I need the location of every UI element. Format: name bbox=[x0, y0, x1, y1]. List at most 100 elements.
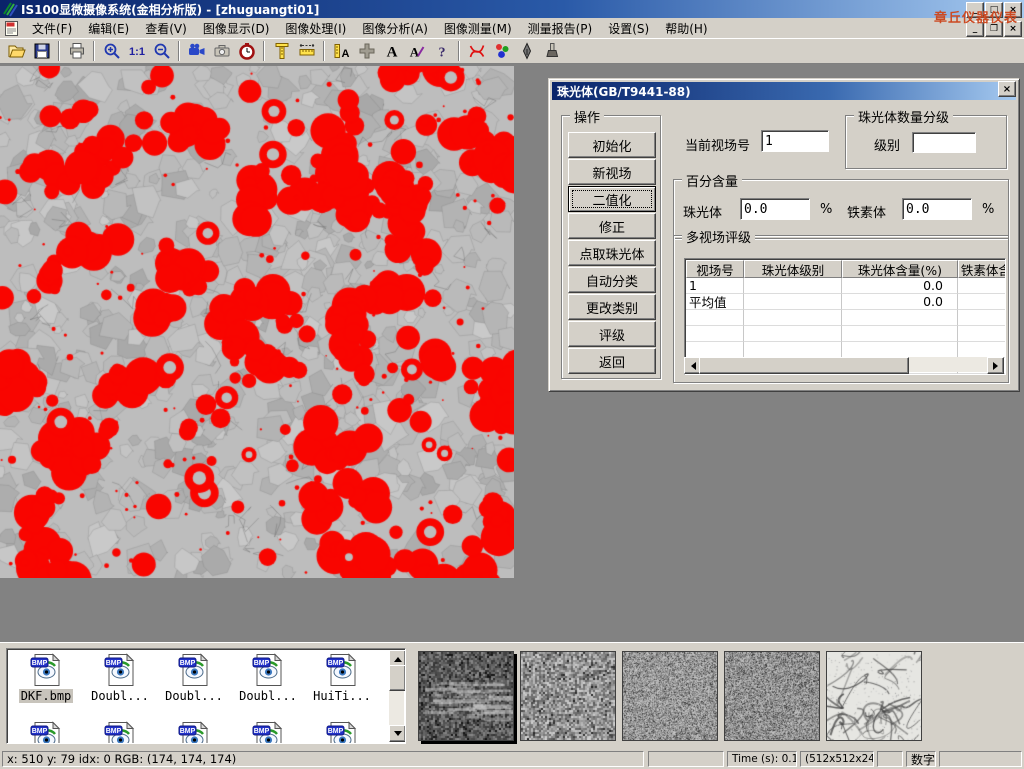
op-button-1[interactable]: 初始化 bbox=[568, 132, 656, 158]
file-item-1[interactable]: BMPDKF.bmp bbox=[9, 653, 83, 703]
hscroll-right-button[interactable] bbox=[987, 357, 1004, 374]
file-item-5[interactable]: BMPHuiTi... bbox=[305, 653, 379, 703]
zoom-in-button[interactable] bbox=[99, 40, 124, 62]
file-item-row2-1[interactable]: BMP bbox=[9, 721, 83, 744]
micrograph-image[interactable] bbox=[0, 66, 514, 578]
bmp-file-icon: BMP bbox=[103, 721, 137, 744]
rating-cell: 0.0 bbox=[842, 278, 958, 294]
op-button-8[interactable]: 评级 bbox=[568, 321, 656, 347]
svg-text:BMP: BMP bbox=[180, 728, 196, 735]
op-button-9[interactable]: 返回 bbox=[568, 348, 656, 374]
ferrite-percent-label: 铁素体 bbox=[847, 202, 886, 221]
op-button-3[interactable]: 二值化 bbox=[568, 186, 656, 212]
thumbnail-4[interactable] bbox=[724, 651, 820, 741]
thumbnail-5[interactable] bbox=[826, 651, 922, 741]
rating-table-hscrollbar[interactable] bbox=[684, 357, 1004, 372]
file-item-row2-5[interactable]: BMP bbox=[305, 721, 379, 744]
merge-button[interactable] bbox=[354, 40, 379, 62]
rating-col-4[interactable]: 铁素体含量(%) bbox=[958, 260, 1006, 278]
rating-row-1[interactable]: 10.0 bbox=[686, 278, 1006, 294]
op-button-5[interactable]: 点取珠光体 bbox=[568, 240, 656, 266]
actual-size-button[interactable]: 1:1 bbox=[124, 40, 149, 62]
menu-item-7[interactable]: 图像测量(M) bbox=[436, 18, 520, 39]
file-item-3[interactable]: BMPDoubl... bbox=[157, 653, 231, 703]
menu-item-8[interactable]: 测量报告(P) bbox=[520, 18, 601, 39]
caliper-button[interactable] bbox=[269, 40, 294, 62]
print-button[interactable] bbox=[64, 40, 89, 62]
bmp-file-icon: BMP bbox=[251, 653, 285, 687]
svg-text:A: A bbox=[386, 45, 397, 61]
annotate-button[interactable]: A bbox=[404, 40, 429, 62]
menu-item-4[interactable]: 图像显示(D) bbox=[195, 18, 278, 39]
save-button[interactable] bbox=[29, 40, 54, 62]
file-item-row2-2[interactable]: BMP bbox=[83, 721, 157, 744]
zoom-out-button[interactable] bbox=[149, 40, 174, 62]
pen-button[interactable] bbox=[514, 40, 539, 62]
vscroll-down-button[interactable] bbox=[389, 725, 406, 742]
rating-cell: 平均值 bbox=[686, 294, 744, 310]
timer-button[interactable] bbox=[234, 40, 259, 62]
rating-row-4[interactable] bbox=[686, 326, 1006, 342]
pearlite-percent-unit: % bbox=[820, 202, 832, 217]
open-folder-icon bbox=[7, 41, 27, 61]
file-item-row2-3[interactable]: BMP bbox=[157, 721, 231, 744]
open-folder-button[interactable] bbox=[4, 40, 29, 62]
menu-item-9[interactable]: 设置(S) bbox=[600, 18, 657, 39]
brand-watermark: 章丘仪器仪表 bbox=[934, 7, 1018, 26]
brush-button[interactable] bbox=[539, 40, 564, 62]
status-mode: 数字 bbox=[906, 751, 936, 767]
ferrite-percent-input[interactable] bbox=[902, 198, 972, 220]
grade-group-label: 珠光体数量分级 bbox=[854, 107, 953, 126]
window-title: IS100显微摄像系统(金相分析版) - [zhuguangti01] bbox=[21, 1, 319, 18]
menu-item-1[interactable]: 文件(F) bbox=[24, 18, 80, 39]
menu-item-2[interactable]: 编辑(E) bbox=[80, 18, 137, 39]
op-button-2[interactable]: 新视场 bbox=[568, 159, 656, 185]
status-empty-2 bbox=[877, 751, 903, 767]
svg-text:1:1: 1:1 bbox=[129, 46, 145, 58]
dialog-title-bar[interactable]: 珠光体(GB/T9441-88) bbox=[552, 82, 1016, 100]
rating-cell bbox=[842, 342, 958, 358]
file-item-row2-4[interactable]: BMP bbox=[231, 721, 305, 744]
video-camera-button[interactable] bbox=[184, 40, 209, 62]
menu-item-6[interactable]: 图像分析(A) bbox=[354, 18, 436, 39]
particles-button[interactable] bbox=[489, 40, 514, 62]
text-button[interactable]: A bbox=[379, 40, 404, 62]
rating-cell bbox=[744, 294, 842, 310]
pearlite-percent-input[interactable] bbox=[740, 198, 810, 220]
file-item-4[interactable]: BMPDoubl... bbox=[231, 653, 305, 703]
thumbnail-1[interactable] bbox=[418, 651, 514, 741]
op-button-7[interactable]: 更改类别 bbox=[568, 294, 656, 320]
thumbnail-2[interactable] bbox=[520, 651, 616, 741]
thumbnail-3[interactable] bbox=[622, 651, 718, 741]
menu-item-5[interactable]: 图像处理(I) bbox=[277, 18, 354, 39]
grade-input[interactable] bbox=[912, 132, 976, 153]
rating-row-3[interactable] bbox=[686, 310, 1006, 326]
save-icon bbox=[32, 41, 52, 61]
ruler-button[interactable] bbox=[294, 40, 319, 62]
file-name: Doubl... bbox=[163, 689, 225, 703]
hscroll-thumb[interactable] bbox=[699, 357, 909, 374]
rating-cell bbox=[686, 342, 744, 358]
current-field-input[interactable] bbox=[761, 130, 829, 152]
dialog-close-button[interactable]: × bbox=[998, 81, 1016, 97]
measure-text-button[interactable]: A bbox=[329, 40, 354, 62]
file-name: DKF.bmp bbox=[19, 689, 74, 703]
rating-col-3[interactable]: 珠光体含量(%) bbox=[842, 260, 958, 278]
rating-cell bbox=[958, 342, 1006, 358]
menu-item-3[interactable]: 查看(V) bbox=[137, 18, 195, 39]
op-button-4[interactable]: 修正 bbox=[568, 213, 656, 239]
op-button-6[interactable]: 自动分类 bbox=[568, 267, 656, 293]
rating-row-5[interactable] bbox=[686, 342, 1006, 358]
video-camera-icon bbox=[187, 41, 207, 61]
help-button[interactable]: ? bbox=[429, 40, 454, 62]
rating-col-1[interactable]: 视场号 bbox=[686, 260, 744, 278]
camera-button[interactable] bbox=[209, 40, 234, 62]
menu-item-10[interactable]: 帮助(H) bbox=[657, 18, 715, 39]
rating-row-2[interactable]: 平均值0.0 bbox=[686, 294, 1006, 310]
rating-col-2[interactable]: 珠光体级别 bbox=[744, 260, 842, 278]
curve-button[interactable] bbox=[464, 40, 489, 62]
vscroll-thumb[interactable] bbox=[389, 665, 406, 691]
ruler-icon bbox=[297, 41, 317, 61]
file-vscrollbar[interactable] bbox=[389, 650, 404, 742]
file-item-2[interactable]: BMPDoubl... bbox=[83, 653, 157, 703]
